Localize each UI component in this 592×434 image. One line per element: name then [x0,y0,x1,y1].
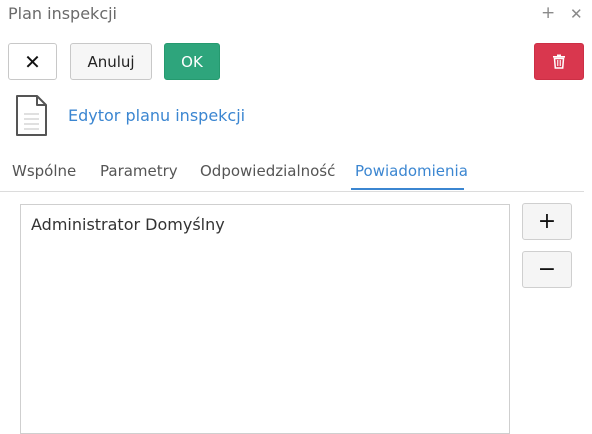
window-title: Plan inspekcji [8,4,117,23]
recipients-list[interactable]: Administrator Domyślny [20,204,510,434]
tab-responsibility[interactable]: Odpowiedzialność [200,162,335,180]
ok-button[interactable]: OK [164,43,220,80]
plus-icon: + [537,209,557,234]
close-button[interactable]: ✕ [8,43,57,80]
cancel-button[interactable]: Anuluj [70,43,152,80]
add-button[interactable]: + [522,203,572,240]
delete-button[interactable] [534,43,584,80]
title-bar: Plan inspekcji + ✕ [0,0,592,30]
plan-editor-link[interactable]: Edytor planu inspekcji [68,106,245,125]
close-icon[interactable]: ✕ [570,4,583,24]
minus-icon: − [537,257,557,282]
plus-icon[interactable]: + [541,3,555,23]
active-tab-indicator [351,188,464,190]
tab-bar: Wspólne Parametry Odpowiedzialność Powia… [0,160,584,192]
document-icon [16,95,47,136]
tab-notifications[interactable]: Powiadomienia [355,162,468,180]
trash-icon [553,54,565,69]
tab-common[interactable]: Wspólne [12,162,76,180]
tab-parameters[interactable]: Parametry [100,162,178,180]
close-icon: ✕ [24,49,41,74]
remove-button[interactable]: − [522,251,572,288]
list-item[interactable]: Administrator Domyślny [31,215,225,234]
